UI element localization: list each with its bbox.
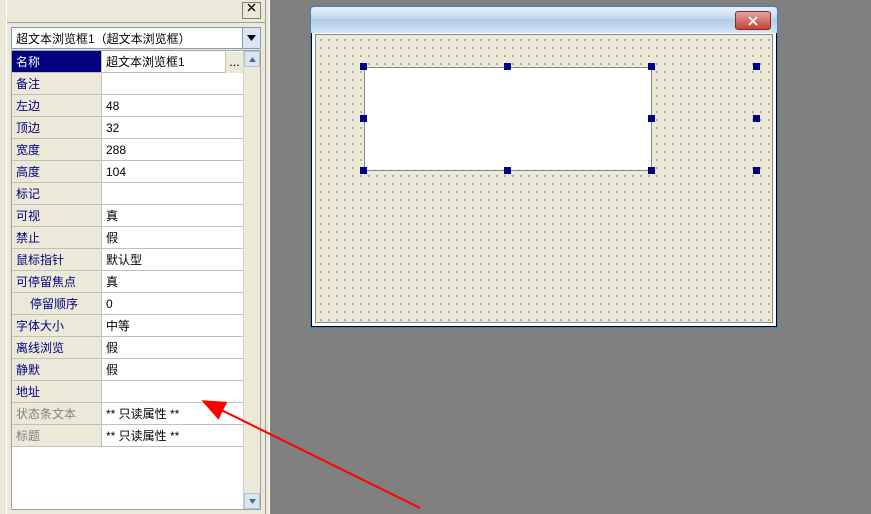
property-name: 静默: [12, 359, 102, 380]
property-grid: 名称超文本浏览框1...备注左边48顶边32宽度288高度104标记可视真禁止假…: [11, 50, 261, 510]
resize-handle[interactable]: [753, 115, 760, 122]
property-name: 离线浏览: [12, 337, 102, 358]
window-close-button[interactable]: [735, 11, 771, 30]
property-name: 字体大小: [12, 315, 102, 336]
form-body[interactable]: [315, 34, 773, 323]
form-titlebar[interactable]: [311, 7, 777, 33]
property-row[interactable]: 停留顺序0: [12, 293, 244, 315]
resize-handle[interactable]: [753, 167, 760, 174]
property-name: 地址: [12, 381, 102, 402]
resize-handle[interactable]: [360, 63, 367, 70]
scroll-down-icon[interactable]: [244, 493, 260, 509]
form-window[interactable]: [310, 6, 778, 328]
object-selector-combo[interactable]: 超文本浏览框1（超文本浏览框）: [11, 27, 261, 49]
scroll-up-icon[interactable]: [244, 51, 260, 67]
property-row[interactable]: 左边48: [12, 95, 244, 117]
property-value[interactable]: [102, 183, 244, 204]
property-value[interactable]: [102, 73, 244, 94]
ellipsis-button[interactable]: ...: [225, 51, 244, 74]
property-row[interactable]: 状态条文本** 只读属性 **: [12, 403, 244, 425]
scrollbar[interactable]: [243, 51, 260, 509]
property-row[interactable]: 标题** 只读属性 **: [12, 425, 244, 447]
property-row[interactable]: 禁止假: [12, 227, 244, 249]
property-name: 宽度: [12, 139, 102, 160]
resize-handle[interactable]: [360, 115, 367, 122]
property-name: 鼠标指针: [12, 249, 102, 270]
property-value[interactable]: 288: [102, 139, 244, 160]
resize-handle[interactable]: [648, 63, 655, 70]
property-row[interactable]: 离线浏览假: [12, 337, 244, 359]
property-name: 可视: [12, 205, 102, 226]
dropdown-icon[interactable]: [242, 28, 260, 48]
panel-close-button[interactable]: [242, 2, 261, 19]
property-value[interactable]: 假: [102, 227, 244, 248]
property-name: 左边: [12, 95, 102, 116]
panel-titlebar: [7, 0, 265, 23]
property-panel: 超文本浏览框1（超文本浏览框） 名称超文本浏览框1...备注左边48顶边32宽度…: [0, 0, 270, 514]
property-row[interactable]: 名称超文本浏览框1...: [12, 51, 244, 73]
resize-handle[interactable]: [648, 167, 655, 174]
property-value[interactable]: 中等: [102, 315, 244, 336]
property-name: 备注: [12, 73, 102, 94]
design-canvas: [280, 0, 871, 514]
resize-handle[interactable]: [753, 63, 760, 70]
property-value[interactable]: 假: [102, 359, 244, 380]
property-value[interactable]: 104: [102, 161, 244, 182]
property-value[interactable]: ** 只读属性 **: [102, 403, 244, 424]
resize-handle[interactable]: [360, 167, 367, 174]
property-row[interactable]: 静默假: [12, 359, 244, 381]
object-selector-text: 超文本浏览框1（超文本浏览框）: [12, 30, 242, 47]
property-row[interactable]: 地址: [12, 381, 244, 403]
property-name: 停留顺序: [12, 293, 102, 314]
property-row[interactable]: 标记: [12, 183, 244, 205]
property-row[interactable]: 高度104: [12, 161, 244, 183]
property-value[interactable]: 0: [102, 293, 244, 314]
property-name: 高度: [12, 161, 102, 182]
scroll-track[interactable]: [244, 67, 260, 493]
property-value[interactable]: [102, 381, 244, 402]
property-row[interactable]: 宽度288: [12, 139, 244, 161]
property-value[interactable]: 48: [102, 95, 244, 116]
property-value[interactable]: 真: [102, 205, 244, 226]
property-name: 禁止: [12, 227, 102, 248]
property-value[interactable]: 超文本浏览框1...: [102, 51, 244, 72]
property-row[interactable]: 备注: [12, 73, 244, 95]
property-row[interactable]: 可视真: [12, 205, 244, 227]
hypertext-browser-control[interactable]: [364, 67, 652, 171]
property-row[interactable]: 鼠标指针默认型: [12, 249, 244, 271]
property-value[interactable]: 默认型: [102, 249, 244, 270]
property-name: 名称: [12, 51, 102, 72]
property-value[interactable]: 真: [102, 271, 244, 292]
property-name: 可停留焦点: [12, 271, 102, 292]
property-row[interactable]: 顶边32: [12, 117, 244, 139]
resize-handle[interactable]: [504, 167, 511, 174]
property-value[interactable]: 32: [102, 117, 244, 138]
property-value[interactable]: 假: [102, 337, 244, 358]
property-name: 状态条文本: [12, 403, 102, 424]
resize-handle[interactable]: [648, 115, 655, 122]
property-row[interactable]: 字体大小中等: [12, 315, 244, 337]
property-name: 标题: [12, 425, 102, 446]
resize-handle[interactable]: [504, 63, 511, 70]
property-name: 标记: [12, 183, 102, 204]
property-value[interactable]: ** 只读属性 **: [102, 425, 244, 446]
property-row[interactable]: 可停留焦点真: [12, 271, 244, 293]
property-name: 顶边: [12, 117, 102, 138]
